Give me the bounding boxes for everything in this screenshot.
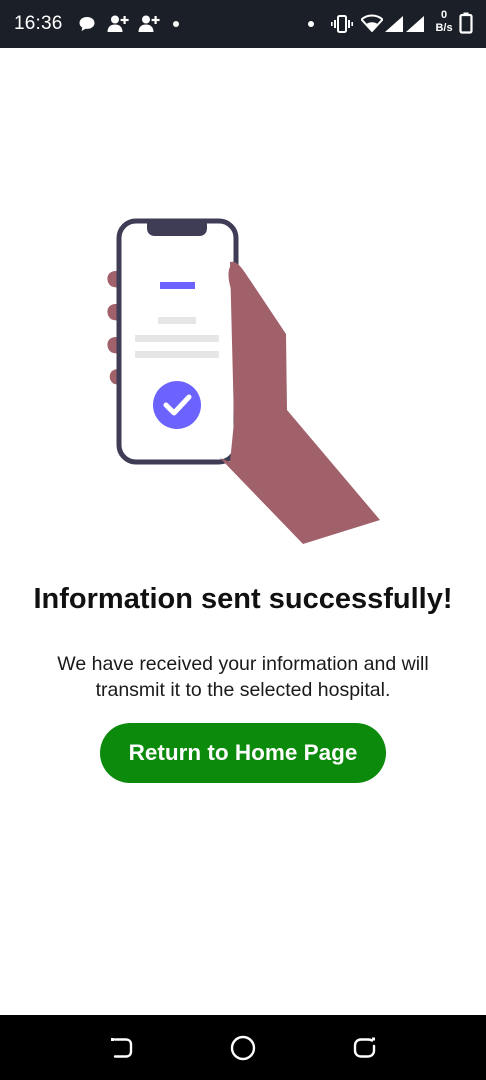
network-speed-unit: B/s bbox=[435, 22, 453, 34]
confirmation-message: We have received your information and wi… bbox=[57, 653, 429, 701]
navigation-bar bbox=[0, 1015, 486, 1080]
back-icon[interactable] bbox=[106, 1033, 136, 1063]
signal-icon bbox=[406, 16, 424, 32]
battery-icon bbox=[459, 12, 473, 34]
return-home-button[interactable]: Return to Home Page bbox=[100, 723, 386, 783]
network-speed: 0 B/s bbox=[432, 9, 456, 35]
notification-dot-icon bbox=[173, 21, 179, 27]
notification-dot-icon bbox=[308, 21, 314, 27]
wifi-icon bbox=[361, 14, 383, 32]
network-speed-value: 0 bbox=[440, 9, 448, 21]
recents-icon[interactable] bbox=[350, 1033, 380, 1063]
chat-bubble-icon bbox=[79, 17, 95, 31]
status-bar: 16:36 0 B/s bbox=[0, 0, 486, 48]
signal-icon bbox=[385, 16, 403, 32]
success-screen: 16:36 0 B/s Information sent successfull… bbox=[0, 0, 486, 1080]
add-contact-icon bbox=[107, 15, 129, 32]
phone-in-hand-illustration bbox=[107, 218, 380, 544]
home-icon[interactable] bbox=[228, 1033, 258, 1063]
page-title: Information sent successfully! bbox=[33, 583, 453, 615]
status-time: 16:36 bbox=[14, 13, 63, 34]
add-contact-icon bbox=[138, 15, 160, 32]
vibrate-icon bbox=[331, 15, 353, 33]
